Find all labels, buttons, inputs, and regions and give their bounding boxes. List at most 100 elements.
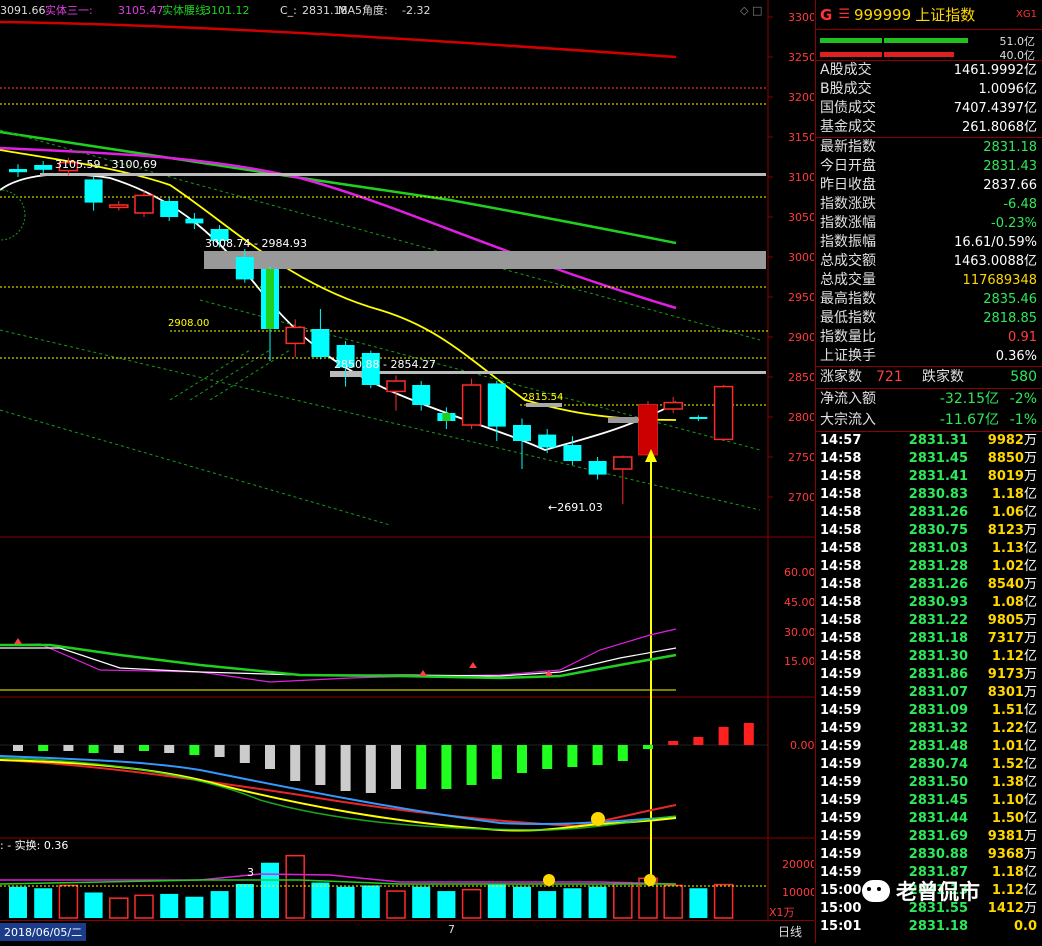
quote-row: 指数振幅 16.61/0.59%: [816, 233, 1042, 252]
macd-bar: [693, 737, 704, 745]
turnover-section: A股成交 1461.9992亿 B股成交 1.0096亿 国债成交 7407.4397亿基…: [816, 61, 1042, 138]
annotation-resistance-2: 3008.74 - 2984.93: [205, 237, 307, 250]
macd-tick-label: 0.00: [790, 739, 814, 752]
macd-bar: [668, 741, 679, 745]
candle: [9, 164, 27, 177]
watermark: 老曾侃市: [862, 876, 980, 906]
macd-bar: [38, 745, 49, 751]
volume-bar: [185, 896, 204, 918]
quote-row-value: -6.48: [1003, 197, 1037, 212]
tick-time: 14:58: [820, 577, 862, 592]
turnover-row: 国债成交 7407.4397亿: [816, 99, 1042, 118]
g-icon[interactable]: G: [820, 6, 832, 24]
bottom-bar: 2018/06/05/二 7 日线: [0, 920, 814, 944]
volume-bar: [261, 862, 279, 918]
candle: [84, 177, 103, 211]
price-tick-label: 2750: [788, 451, 814, 464]
tick-row: 14:58 2831.26 8540万: [816, 576, 1042, 594]
quote-row-label: 指数量比: [820, 329, 876, 345]
volume-bar: [563, 888, 582, 918]
indicator-tick-label: 30.00: [784, 626, 814, 639]
volume-bar: [689, 888, 708, 918]
tick-volume: 7317万: [987, 631, 1037, 646]
price-tick-label: 2900: [788, 331, 814, 344]
tick-volume: 8123万: [987, 523, 1037, 538]
tick-volume: 8850万: [987, 451, 1037, 466]
volume-bars: [9, 854, 734, 919]
macd-bar: [189, 745, 200, 755]
menu-icon[interactable]: ☰: [838, 7, 850, 22]
tick-time: 14:58: [820, 505, 862, 520]
macd-bar: [239, 745, 250, 763]
quote-row: 指数量比 0.91: [816, 328, 1042, 347]
tick-volume: 9805万: [987, 613, 1037, 628]
tick-price: 2831.18: [908, 631, 968, 646]
macd-bar: [416, 745, 427, 789]
tick-row: 14:59 2831.09 1.51亿: [816, 702, 1042, 720]
volume-bar: [210, 891, 229, 918]
turnover-row-label: B股成交: [820, 81, 872, 97]
volume-bar: [487, 884, 506, 918]
down-label: 跌家数: [922, 369, 964, 385]
candle-highlight: [442, 413, 451, 421]
up-value: 721: [876, 369, 903, 385]
quote-row: 上证换手 0.36%: [816, 347, 1042, 366]
macd-bar: [113, 745, 124, 753]
sell-amount: 40.0亿: [999, 49, 1036, 62]
price-tick-label: 3250: [788, 51, 814, 64]
tick-volume: 8301万: [987, 685, 1037, 700]
diamond-icon[interactable]: ◇: [740, 4, 749, 17]
macd-bar: [13, 745, 23, 751]
resistance-band-1: [40, 173, 766, 176]
stock-code: 999999: [853, 5, 912, 24]
xg-tag[interactable]: XG1: [1016, 9, 1037, 20]
quote-row-label: 指数振幅: [820, 234, 876, 250]
candle: [713, 385, 734, 441]
quote-row: 总成交额 1463.0088亿: [816, 252, 1042, 271]
tick-time: 14:59: [820, 721, 862, 736]
tick-row: 14:59 2831.50 1.38亿: [816, 774, 1042, 792]
turnover-row-value: 1.0096亿: [978, 82, 1038, 97]
volume-tick-label: 10000: [782, 886, 814, 899]
tick-price: 2830.74: [908, 757, 968, 772]
candle: [285, 319, 305, 357]
tick-time: 14:59: [820, 811, 862, 826]
indicator-up-arrows: [14, 638, 553, 676]
tick-row: 15:01 2831.18 0.0: [816, 918, 1042, 936]
volume-bar: [34, 888, 53, 918]
macd-bar: [441, 745, 452, 789]
chart-svg[interactable]: 3091.66 实体三一: 3105.47 实体腰线: 3101.12 C_: …: [0, 0, 817, 943]
header-c-label: C_:: [280, 4, 297, 17]
tick-price: 2831.03: [908, 541, 968, 556]
kline-chart-area[interactable]: 3091.66 实体三一: 3105.47 实体腰线: 3101.12 C_: …: [0, 0, 817, 944]
tick-time: 14:59: [820, 703, 862, 718]
smiley-icon-3: [644, 874, 656, 886]
tick-price: 2830.93: [908, 595, 968, 610]
header-label-1: 实体三一:: [45, 3, 93, 17]
turnover-row-label: A股成交: [820, 62, 872, 78]
tick-price: 2831.86: [908, 667, 968, 682]
square-icon[interactable]: □: [752, 4, 762, 17]
tick-price: 2831.18: [908, 919, 968, 934]
tick-time: 14:58: [820, 631, 862, 646]
volume-bar: [713, 883, 734, 919]
quote-panel: G ☰ 999999 上证指数 XG1 51.0亿 40.0亿 A股成交 1461…: [815, 0, 1042, 943]
macd-bar: [491, 745, 502, 779]
macd-bar: [743, 723, 754, 745]
macd-bar: [542, 745, 553, 769]
quote-row-label: 最高指数: [820, 291, 876, 307]
tick-time: 14:58: [820, 469, 862, 484]
volume-bar: [235, 884, 254, 918]
tick-time: 14:58: [820, 595, 862, 610]
tick-volume: 1.01亿: [991, 739, 1037, 754]
period-label[interactable]: 日线: [778, 923, 802, 940]
tick-volume: 1.10亿: [991, 793, 1037, 808]
volume-bar: [461, 888, 482, 919]
date-tab[interactable]: 2018/06/05/二: [0, 923, 87, 941]
tick-list[interactable]: 14:57 2831.31 9982万 14:58 2831.45 8850万 14:58 2…: [816, 432, 1042, 936]
turnover-row-value: 261.8068亿: [961, 120, 1037, 135]
volume-bar: [386, 890, 406, 919]
macd-bar: [517, 745, 527, 773]
tick-price: 2831.32: [908, 721, 968, 736]
macd-bar: [617, 745, 628, 761]
